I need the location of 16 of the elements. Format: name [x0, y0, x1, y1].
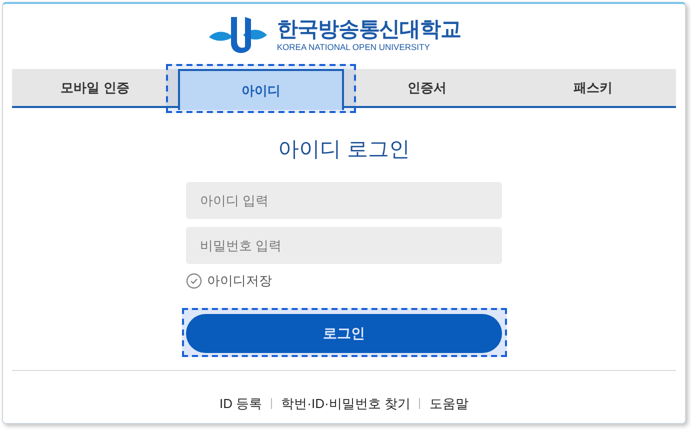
footer-link[interactable]: 도움말 [429, 394, 468, 414]
university-subtitle: KOREA NATIONAL OPEN UNIVERSITY [276, 42, 431, 52]
tab[interactable]: 모바일 인증 [12, 69, 178, 106]
id-field[interactable]: 아이디 입력 [186, 182, 502, 219]
check-circle-icon [186, 273, 202, 289]
login-button[interactable]: 로그인 [186, 314, 502, 353]
footer-link[interactable]: ID 등록 [220, 394, 262, 414]
save-id-checkbox[interactable]: 아이디저장 [186, 272, 502, 290]
tab[interactable]: 인증서 [344, 69, 510, 106]
password-field[interactable]: 비밀번호 입력 [186, 227, 502, 264]
tab[interactable]: 패스키 [510, 69, 676, 106]
logo-icon [206, 15, 269, 55]
tab[interactable]: 아이디 [178, 69, 344, 110]
university-name: 한국방송통신대학교 [276, 18, 462, 40]
footer-link[interactable]: 학번·ID·비밀번호 찾기 [281, 394, 410, 414]
login-title: 아이디 로그인 [277, 137, 411, 163]
